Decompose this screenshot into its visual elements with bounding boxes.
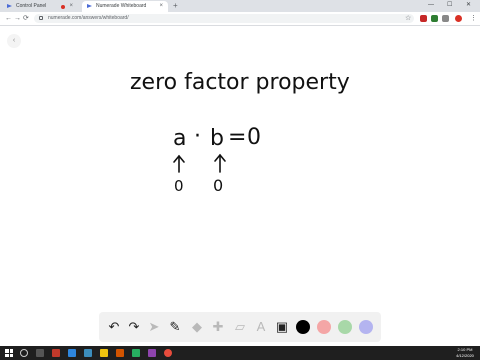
task-view-icon[interactable] xyxy=(36,349,44,357)
os-taskbar: 2:10 PM 4/12/2020 xyxy=(0,346,480,360)
tab-label: Numerade Whiteboard xyxy=(96,3,147,9)
undo-icon[interactable]: ↶ xyxy=(106,319,122,335)
app-icon[interactable] xyxy=(148,349,156,357)
color-black-swatch[interactable] xyxy=(296,320,310,334)
image-icon[interactable]: ▣ xyxy=(274,319,290,335)
annotation-zero-a: 0 xyxy=(174,177,184,195)
extension-icon[interactable] xyxy=(431,15,438,22)
forward-button[interactable]: → xyxy=(14,12,21,25)
whiteboard-heading: zero factor property xyxy=(130,70,350,95)
address-bar[interactable]: numerade.com/answers/whiteboard/ xyxy=(34,14,414,23)
profile-avatar[interactable] xyxy=(455,15,462,22)
tab-control-panel[interactable]: Control Panel × xyxy=(2,1,78,12)
close-tab-icon[interactable]: × xyxy=(69,1,73,12)
close-window-button[interactable]: ✕ xyxy=(466,0,471,11)
windows-start-icon[interactable] xyxy=(5,349,13,357)
minimize-button[interactable]: — xyxy=(428,0,434,11)
extension-icon[interactable] xyxy=(442,15,449,22)
color-blue-swatch[interactable] xyxy=(359,320,373,334)
recording-indicator-icon xyxy=(61,5,65,9)
extension-icon[interactable] xyxy=(420,15,427,22)
browser-menu-icon[interactable]: ⋮ xyxy=(470,12,477,25)
redo-icon[interactable]: ↷ xyxy=(126,319,142,335)
back-button[interactable]: ← xyxy=(5,12,12,25)
app-icon[interactable] xyxy=(52,349,60,357)
equation-equals: = xyxy=(228,125,246,150)
drawing-toolbar: ↶ ↷ ➤ ✎ ◆ ✚ ▱ A ▣ xyxy=(99,312,381,342)
text-icon[interactable]: A xyxy=(253,319,269,335)
color-green-swatch[interactable] xyxy=(338,320,352,334)
close-tab-icon[interactable]: × xyxy=(159,1,163,12)
whiteboard-canvas[interactable]: zero factor property a · b = 0 0 0 xyxy=(0,27,480,345)
chrome-icon[interactable] xyxy=(164,349,172,357)
shapes-icon[interactable]: ◆ xyxy=(189,319,205,335)
bookmark-star-icon[interactable]: ☆ xyxy=(405,12,411,25)
arrow-up-icon xyxy=(214,153,226,173)
eraser-icon[interactable]: ▱ xyxy=(232,319,248,335)
equation-b: b xyxy=(210,126,224,151)
pen-icon[interactable]: ✎ xyxy=(167,319,183,335)
equation-zero: 0 xyxy=(247,125,261,150)
new-tab-button[interactable]: + xyxy=(173,0,178,12)
url-text[interactable]: numerade.com/answers/whiteboard/ xyxy=(48,14,129,23)
file-explorer-icon[interactable] xyxy=(100,349,108,357)
lock-icon xyxy=(39,16,43,20)
app-icon[interactable] xyxy=(132,349,140,357)
app-icon[interactable] xyxy=(68,349,76,357)
equation-a: a xyxy=(173,126,186,151)
numerade-tab-icon xyxy=(7,4,12,8)
tab-numerade-whiteboard[interactable]: Numerade Whiteboard × xyxy=(82,1,168,12)
app-icon[interactable] xyxy=(84,349,92,357)
system-clock[interactable]: 2:10 PM 4/12/2020 xyxy=(452,347,478,359)
color-red-swatch[interactable] xyxy=(317,320,331,334)
browser-tab-strip: Control Panel × Numerade Whiteboard × + … xyxy=(0,0,480,12)
reload-button[interactable]: ⟳ xyxy=(23,12,29,25)
clock-date: 4/12/2020 xyxy=(456,353,474,358)
search-icon[interactable] xyxy=(20,349,28,357)
browser-toolbar: ← → ⟳ numerade.com/answers/whiteboard/ ☆… xyxy=(0,12,480,26)
app-icon[interactable] xyxy=(116,349,124,357)
add-icon[interactable]: ✚ xyxy=(210,319,226,335)
numerade-tab-icon xyxy=(87,4,92,8)
arrow-up-icon xyxy=(173,154,185,173)
pointer-icon[interactable]: ➤ xyxy=(146,319,162,335)
maximize-button[interactable]: ☐ xyxy=(447,0,452,11)
annotation-zero-b: 0 xyxy=(213,176,223,195)
handwriting-layer: zero factor property a · b = 0 0 0 xyxy=(130,70,350,195)
equation-dot: · xyxy=(194,124,201,149)
tab-label: Control Panel xyxy=(16,3,47,9)
